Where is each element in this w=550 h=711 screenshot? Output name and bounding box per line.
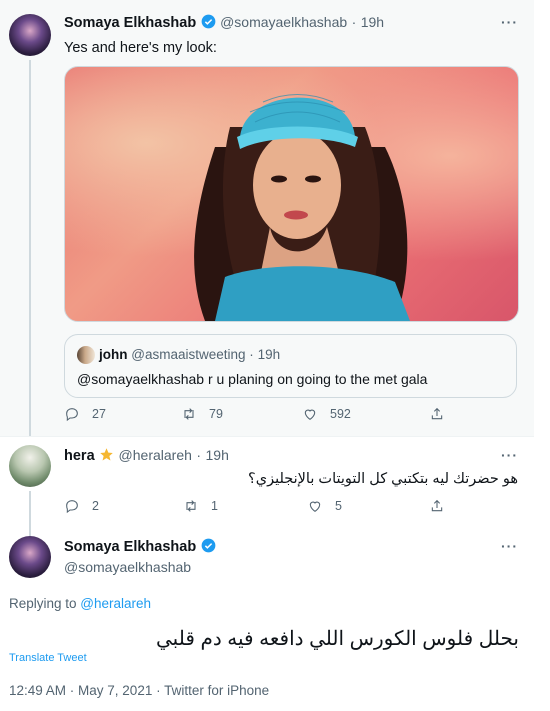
replying-to-handle[interactable]: @heralareh — [80, 596, 151, 611]
heart-icon — [304, 409, 316, 420]
photo-portrait — [194, 94, 410, 321]
like-button[interactable]: 592 — [302, 406, 351, 422]
author-name[interactable]: Somaya Elkhashab — [64, 15, 196, 31]
author-block: Somaya Elkhashab @somayaelkhashab — [64, 538, 216, 575]
quoted-author-name: john — [99, 347, 128, 362]
like-button[interactable]: 5 — [307, 498, 342, 514]
retweet-count: 1 — [211, 499, 218, 513]
heart-icon — [309, 501, 321, 512]
dot-separator: · — [351, 14, 357, 30]
quoted-text: @somayaelkhashab r u planing on going to… — [77, 371, 428, 387]
tweet-text: Yes and here's my look: — [64, 40, 217, 56]
verified-icon — [201, 14, 215, 29]
more-options-icon[interactable]: ··· — [501, 538, 518, 554]
retweet-button[interactable]: 1 — [183, 498, 218, 514]
more-options-icon[interactable]: ··· — [501, 447, 518, 463]
tweet-2[interactable]: hera @heralareh · 19h ··· هو حضرتك ليه ب… — [0, 437, 534, 536]
main-tweet: Somaya Elkhashab @somayaelkhashab ··· Re… — [0, 525, 534, 711]
like-count: 592 — [330, 407, 351, 421]
tweet-header: hera @heralareh · 19h — [64, 447, 229, 465]
share-button[interactable] — [429, 498, 445, 514]
author-handle[interactable]: @heralareh — [119, 447, 192, 463]
tweet-header: Somaya Elkhashab @somayaelkhashab · 19h — [64, 14, 384, 32]
author-name[interactable]: Somaya Elkhashab — [64, 539, 196, 555]
reply-icon — [66, 408, 78, 422]
avatar[interactable] — [9, 445, 51, 487]
replying-to-label: Replying to — [9, 596, 81, 611]
share-icon — [431, 499, 443, 512]
reply-count: 27 — [92, 407, 106, 421]
replying-to: Replying to @heralareh — [9, 596, 151, 611]
like-count: 5 — [335, 499, 342, 513]
quoted-tweet[interactable]: john @asmaaistweeting · 19h @somayaelkha… — [64, 334, 517, 398]
retweet-icon — [186, 500, 196, 512]
timestamp[interactable]: 19h — [206, 447, 229, 463]
reply-button[interactable]: 2 — [64, 498, 99, 514]
quoted-header: john @asmaaistweeting · 19h — [99, 347, 280, 362]
star-icon — [100, 448, 113, 461]
reply-count: 2 — [92, 499, 99, 513]
share-icon — [431, 407, 443, 420]
translate-tweet-link[interactable]: Translate Tweet — [9, 652, 87, 664]
retweet-icon — [184, 408, 194, 420]
tweet-1[interactable]: Somaya Elkhashab @somayaelkhashab · 19h … — [0, 0, 534, 436]
quoted-avatar[interactable] — [77, 346, 95, 364]
author-handle[interactable]: @somayaelkhashab — [64, 559, 216, 575]
dot-separator: · — [249, 347, 254, 362]
quoted-author-handle: @asmaaistweeting — [131, 347, 246, 362]
retweet-count: 79 — [209, 407, 223, 421]
author-name[interactable]: hera — [64, 448, 95, 464]
reply-button[interactable]: 27 — [64, 406, 106, 422]
more-options-icon[interactable]: ··· — [501, 14, 518, 30]
verified-icon — [201, 538, 215, 553]
share-button[interactable] — [429, 406, 445, 422]
tweet-text: هو حضرتك ليه بتكتبي كل التويتات بالإنجلي… — [248, 471, 518, 487]
retweet-button[interactable]: 79 — [181, 406, 223, 422]
tweet-meta: 12:49 AM · May 7, 2021 · Twitter for iPh… — [9, 683, 270, 698]
quoted-timestamp: 19h — [257, 347, 281, 362]
tweet-text: بحلل فلوس الكورس اللي دافعه فيه دم قلبي — [156, 628, 519, 650]
tweet-photo[interactable] — [64, 66, 519, 322]
thread-line — [29, 60, 31, 436]
author-handle[interactable]: @somayaelkhashab — [220, 14, 347, 30]
avatar[interactable] — [9, 536, 51, 578]
reply-icon — [66, 500, 78, 514]
timestamp[interactable]: 19h — [361, 14, 384, 30]
avatar[interactable] — [9, 14, 51, 56]
dot-separator: · — [196, 447, 202, 463]
